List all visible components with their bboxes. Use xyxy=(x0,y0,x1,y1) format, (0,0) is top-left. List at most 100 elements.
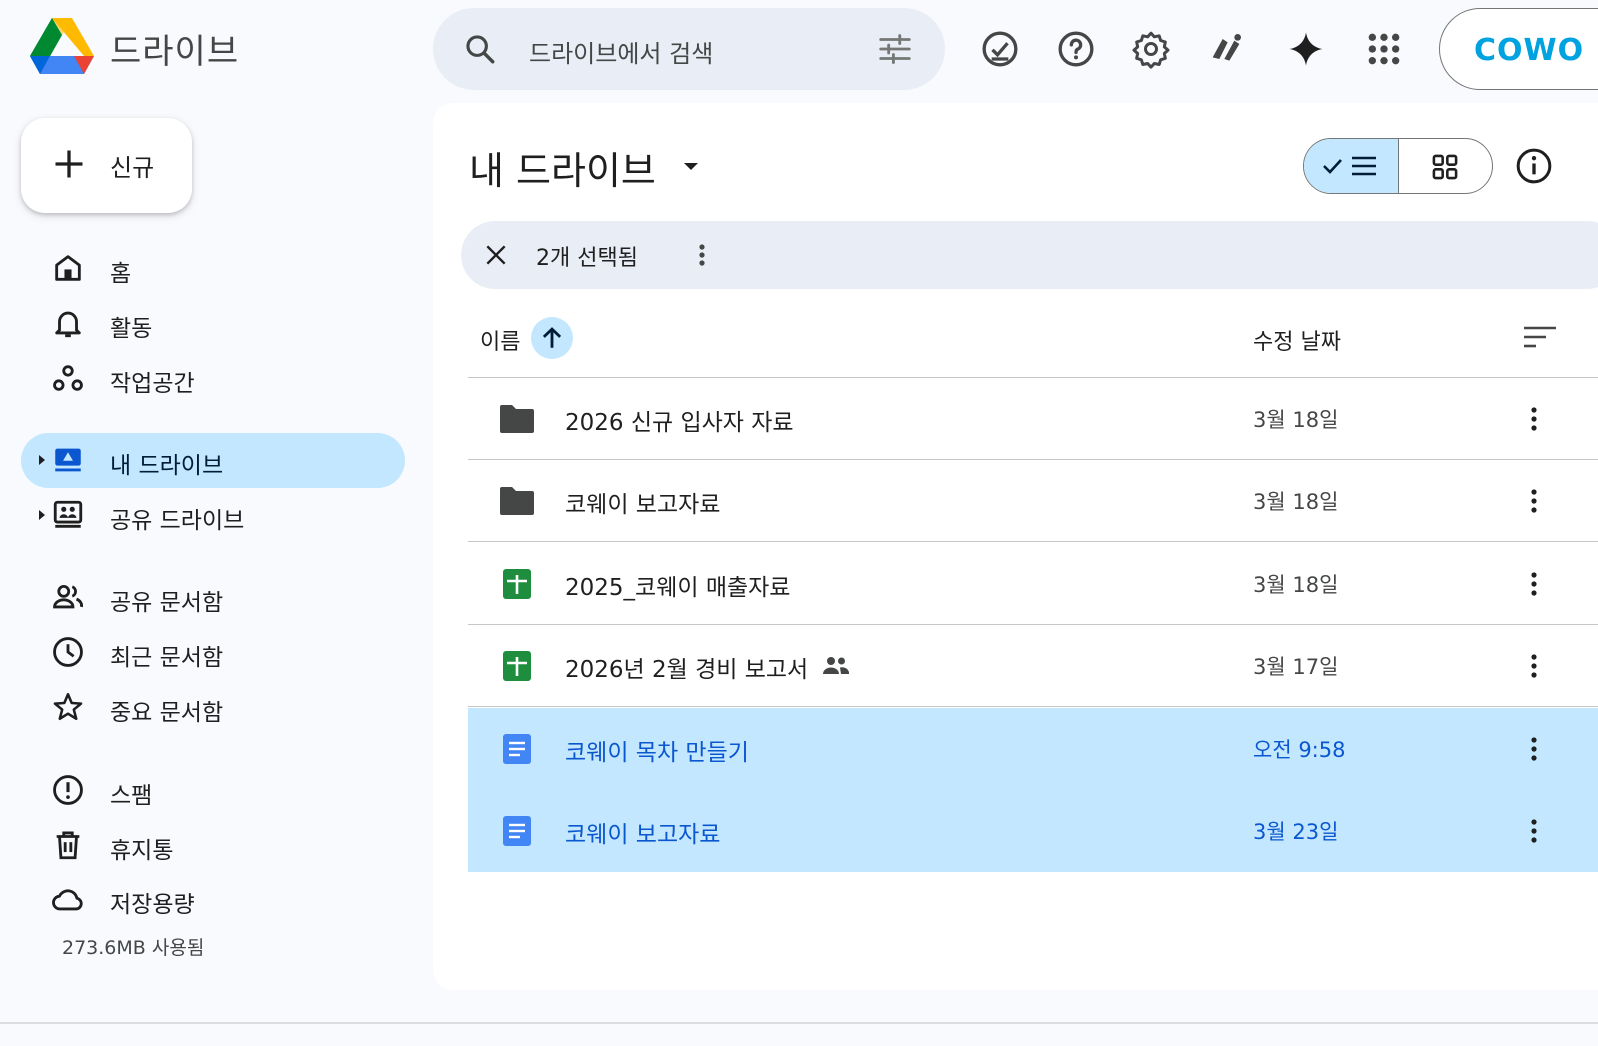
file-row[interactable]: 2026년 2월 경비 보고서 3월 17일 xyxy=(468,625,1598,707)
storage-usage-text: 273.6MB 사용됨 xyxy=(62,937,205,959)
selection-count: 2개 선택됨 xyxy=(536,246,638,271)
sidebar-item-label: 공유 문서함 xyxy=(110,590,224,616)
gemini-spark-icon[interactable] xyxy=(1283,26,1329,72)
sidebar-item-shared-drives[interactable]: 공유 드라이브 xyxy=(21,488,405,543)
more-vert-icon[interactable] xyxy=(1522,484,1546,518)
sidebar-item-spam[interactable]: 스팸 xyxy=(21,763,405,818)
grid-view-button[interactable] xyxy=(1399,139,1492,193)
more-vert-icon[interactable] xyxy=(1522,732,1546,766)
sort-options-icon[interactable] xyxy=(1522,322,1558,354)
help-icon[interactable] xyxy=(1053,26,1099,72)
expand-arrow-icon[interactable] xyxy=(36,508,48,522)
more-vert-icon[interactable] xyxy=(1522,567,1546,601)
column-header-modified[interactable]: 수정 날짜 xyxy=(1253,324,1341,356)
file-modified-date: 3월 18일 xyxy=(1253,573,1339,597)
selection-toolbar: 2개 선택됨 xyxy=(461,221,1598,289)
file-list-header: 이름 수정 날짜 xyxy=(468,310,1598,378)
sidebar-item-shared-with-me[interactable]: 공유 문서함 xyxy=(21,570,405,625)
people-icon xyxy=(51,580,85,614)
offline-ready-icon[interactable] xyxy=(977,26,1023,72)
sidebar-item-label: 홈 xyxy=(110,261,132,287)
app-title: 드라이브 xyxy=(110,32,240,72)
caret-down-icon[interactable] xyxy=(680,156,702,176)
list-view-button[interactable] xyxy=(1304,139,1399,193)
file-row[interactable]: 2026 신규 입사자 자료 3월 18일 xyxy=(468,378,1598,460)
search-bar[interactable]: 드라이브에서 검색 xyxy=(433,8,945,90)
file-modified-date: 오전 9:58 xyxy=(1253,738,1346,762)
file-name[interactable]: 코웨이 보고자료 xyxy=(565,815,720,849)
drive-logo-icon[interactable] xyxy=(30,18,94,76)
sidebar-item-label: 저장용량 xyxy=(110,892,195,918)
column-header-name[interactable]: 이름 xyxy=(480,324,520,356)
file-row[interactable]: 코웨이 보고자료 3월 18일 xyxy=(468,460,1598,542)
sidebar-item-activity[interactable]: 활동 xyxy=(21,296,405,351)
close-icon[interactable] xyxy=(483,242,509,268)
sidebar-item-my-drive[interactable]: 내 드라이브 xyxy=(21,433,405,488)
google-docs-icon xyxy=(503,816,531,846)
star-icon xyxy=(51,690,85,724)
account-switcher[interactable]: COWO xyxy=(1439,8,1598,90)
sidebar-item-label: 스팸 xyxy=(110,783,153,809)
folder-icon xyxy=(500,405,534,433)
search-options-icon[interactable] xyxy=(876,30,914,68)
view-toggle xyxy=(1303,138,1493,194)
window-bottom-divider xyxy=(0,1022,1598,1024)
grid-view-icon xyxy=(1432,154,1458,180)
sidebar-item-workspaces[interactable]: 작업공간 xyxy=(21,351,405,406)
sidebar-item-storage[interactable]: 저장용량 xyxy=(21,872,405,927)
more-vert-icon[interactable] xyxy=(1522,402,1546,436)
trash-icon xyxy=(51,828,85,862)
page-title[interactable]: 내 드라이브 xyxy=(469,140,656,195)
sort-direction-button[interactable] xyxy=(531,317,573,359)
sidebar-item-label: 활동 xyxy=(110,316,153,342)
cloud-icon xyxy=(51,882,85,916)
clock-icon xyxy=(51,635,85,669)
more-vert-icon[interactable] xyxy=(1522,649,1546,683)
file-name[interactable]: 2026 신규 입사자 자료 xyxy=(565,403,794,437)
more-vert-icon[interactable] xyxy=(690,239,714,271)
gemini-extensions-icon[interactable] xyxy=(1203,26,1249,72)
search-input[interactable]: 드라이브에서 검색 xyxy=(529,34,713,69)
file-row-selected[interactable]: 코웨이 목차 만들기 오전 9:58 xyxy=(468,708,1598,790)
sidebar-item-recent[interactable]: 최근 문서함 xyxy=(21,625,405,680)
file-name[interactable]: 2026년 2월 경비 보고서 xyxy=(565,650,808,684)
file-row-selected[interactable]: 코웨이 보고자료 3월 23일 xyxy=(468,790,1598,872)
drive-app: 드라이브 드라이브에서 검색 COWO 신규 홈 활동 작업공간 내 드라이브 … xyxy=(0,0,1598,1046)
expand-arrow-icon[interactable] xyxy=(36,453,48,467)
sidebar-item-label: 내 드라이브 xyxy=(110,453,224,479)
info-icon[interactable] xyxy=(1514,146,1554,186)
google-sheets-icon xyxy=(503,651,531,681)
file-name[interactable]: 코웨이 목차 만들기 xyxy=(565,733,749,767)
settings-icon[interactable] xyxy=(1128,26,1174,72)
file-row[interactable]: 2025_코웨이 매출자료 3월 18일 xyxy=(468,543,1598,625)
shared-drives-icon xyxy=(51,498,85,532)
sidebar-item-starred[interactable]: 중요 문서함 xyxy=(21,680,405,735)
list-view-checked-icon xyxy=(1323,156,1376,176)
spam-icon xyxy=(51,773,85,807)
file-modified-date: 3월 23일 xyxy=(1253,820,1339,844)
sidebar-item-home[interactable]: 홈 xyxy=(21,241,405,296)
sidebar-item-label: 작업공간 xyxy=(110,371,195,397)
bell-icon xyxy=(51,306,85,340)
plus-icon xyxy=(55,150,83,178)
google-sheets-icon xyxy=(503,569,531,599)
google-docs-icon xyxy=(503,734,531,764)
account-brand-logo: COWO xyxy=(1468,31,1598,71)
home-icon xyxy=(51,251,85,285)
sidebar-item-trash[interactable]: 휴지통 xyxy=(21,818,405,873)
sidebar-item-label: 휴지통 xyxy=(110,838,174,864)
workspaces-icon xyxy=(51,361,85,395)
new-button[interactable]: 신규 xyxy=(21,118,192,213)
sidebar-item-label: 중요 문서함 xyxy=(110,700,224,726)
sidebar-item-label: 공유 드라이브 xyxy=(110,508,245,534)
file-name[interactable]: 코웨이 보고자료 xyxy=(565,485,720,519)
apps-grid-icon[interactable] xyxy=(1361,26,1407,72)
shared-people-icon xyxy=(823,657,850,674)
sidebar-item-label: 최근 문서함 xyxy=(110,645,224,671)
search-icon[interactable] xyxy=(463,32,497,66)
folder-icon xyxy=(500,487,534,515)
file-modified-date: 3월 17일 xyxy=(1253,655,1339,679)
file-name[interactable]: 2025_코웨이 매출자료 xyxy=(565,568,790,602)
more-vert-icon[interactable] xyxy=(1522,814,1546,848)
arrow-up-icon xyxy=(542,327,562,348)
